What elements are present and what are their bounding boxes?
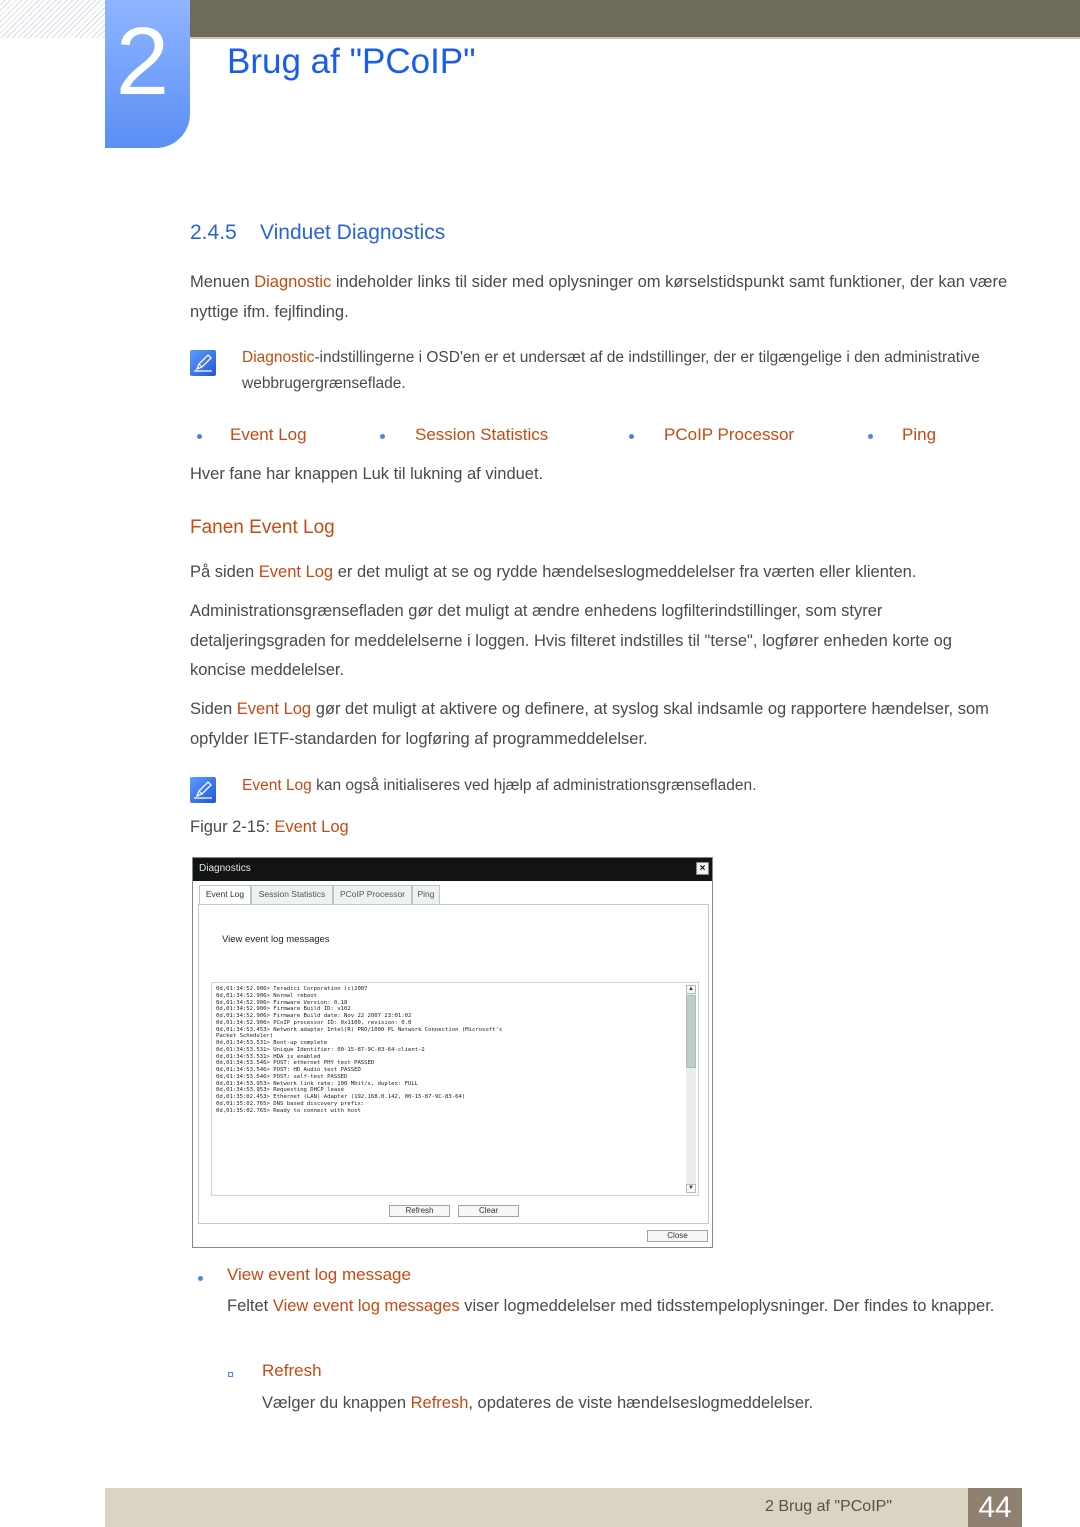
tab-ping[interactable]: Ping	[412, 885, 440, 904]
note-diagnostic: Diagnostic-indstillingerne i OSD'en er e…	[242, 345, 1002, 397]
subsection-heading: Fanen Event Log	[190, 517, 335, 538]
intro-text: Menuen	[190, 273, 255, 291]
scroll-up-icon[interactable]: ▲	[686, 985, 696, 994]
log-line: 0d,01:34:53.546> POST: HD Audio test PAS…	[216, 1067, 361, 1073]
caption-highlight: Event Log	[274, 818, 349, 836]
log-line: 0d,01:34:53.531> Boot-up complete	[216, 1040, 328, 1046]
text: Feltet	[227, 1297, 273, 1315]
tab-event-log[interactable]: Event Log	[199, 885, 251, 905]
dialog-titlebar: Diagnostics ×	[193, 858, 712, 881]
chapter-title: Brug af "PCoIP"	[227, 42, 476, 81]
log-line: 0d,01:34:53.953> Requesting DHCP lease	[216, 1087, 344, 1094]
square-bullet-icon	[228, 1372, 233, 1377]
highlight: Refresh	[410, 1394, 469, 1412]
paragraph-log-filter: Administrationsgrænsefladen gør det muli…	[190, 602, 952, 679]
page-footer: 2 Brug af "PCoIP" 44	[105, 1488, 1022, 1527]
log-line: 0d,01:34:52.906> Firmware Build ID: v102	[216, 1006, 351, 1013]
text: Vælger du knappen	[262, 1394, 411, 1412]
close-note: Hver fane har knappen Luk til lukning af…	[190, 465, 544, 483]
link-ping[interactable]: Ping	[902, 422, 936, 448]
log-line: 0d,01:34:52.906> Teradici Corporation (c…	[216, 986, 368, 992]
note-icon	[190, 777, 216, 803]
note-text: -indstillingerne i OSD'en er et undersæt…	[242, 349, 980, 392]
event-log-lines: 0d,01:34:52.906> Teradici Corporation (c…	[216, 986, 684, 1114]
intro-paragraph: Menuen Diagnostic indeholder links til s…	[190, 268, 1010, 327]
scroll-thumb[interactable]	[686, 995, 696, 1068]
caption-prefix: Figur 2-15:	[190, 818, 275, 836]
link-session-statistics[interactable]: Session Statistics	[415, 422, 548, 448]
log-line: 0d,01:34:52.906> Normal reboot	[216, 992, 318, 999]
note-highlight: Diagnostic	[242, 349, 315, 366]
page-number: 44	[968, 1488, 1022, 1527]
event-log-panel: View event log messages 0d,01:34:52.906>…	[198, 904, 709, 1224]
item-refresh-description: Vælger du knappen Refresh, opdateres de …	[262, 1389, 1012, 1419]
text: er det muligt at se og rydde hændelseslo…	[333, 563, 917, 581]
bullet-icon	[629, 434, 634, 439]
bullet-icon	[868, 434, 873, 439]
footer-chapter-label: 2 Brug af "PCoIP"	[765, 1498, 892, 1515]
clear-button[interactable]: Clear	[458, 1205, 519, 1217]
note-icon	[190, 350, 216, 376]
tab-session-statistics[interactable]: Session Statistics	[251, 885, 333, 904]
note-event-log: Event Log kan også initialiseres ved hjæ…	[242, 773, 1002, 799]
close-icon[interactable]: ×	[696, 862, 709, 875]
item-view-description: Feltet View event log messages viser log…	[227, 1292, 1007, 1322]
header-bar	[190, 0, 1080, 39]
scroll-down-icon[interactable]: ▼	[686, 1184, 696, 1193]
section-number: 2.4.5	[190, 221, 237, 244]
paragraph-event-log-intro: På siden Event Log er det muligt at se o…	[190, 558, 1010, 588]
text: På siden	[190, 563, 259, 581]
refresh-button[interactable]: Refresh	[389, 1205, 450, 1217]
section-heading: 2.4.5 Vinduet Diagnostics	[190, 220, 445, 246]
log-line: 0d,01:35:02.765> Ready to connect with h…	[216, 1107, 361, 1114]
log-line: 0d,01:34:53.453> Network adapter Intel(R…	[216, 1026, 503, 1033]
text: Siden	[190, 700, 237, 718]
tab-pcoip-processor[interactable]: PCoIP Processor	[333, 885, 412, 904]
diagnostics-dialog: Diagnostics × Event Log Session Statisti…	[192, 857, 713, 1248]
item-refresh-title: Refresh	[262, 1361, 322, 1380]
log-line: 0d,01:34:53.531> Unique Identifier: 00-1…	[216, 1046, 425, 1053]
diagnostic-links: Event Log Session Statistics PCoIP Proce…	[190, 422, 1010, 448]
header-hatch-pattern	[0, 0, 105, 38]
log-scrollbar[interactable]: ▲ ▼	[686, 985, 696, 1193]
highlight: Event Log	[258, 563, 334, 581]
bullet-icon	[380, 434, 385, 439]
highlight: View event log messages	[272, 1297, 460, 1315]
log-line: Packet Scheduler)	[216, 1033, 274, 1040]
link-event-log[interactable]: Event Log	[230, 422, 307, 448]
close-button[interactable]: Close	[647, 1230, 708, 1242]
bullet-icon	[198, 1276, 203, 1281]
log-line: 0d,01:34:53.531> HDA is enabled	[216, 1053, 321, 1060]
item-view-title: View event log message	[227, 1265, 411, 1284]
intro-highlight: Diagnostic	[254, 273, 332, 291]
log-line: 0d,01:34:53.953> Network link rate: 100 …	[216, 1080, 419, 1087]
text: viser logmeddelelser med tidsstempeloply…	[459, 1297, 995, 1315]
note-text: kan også initialiseres ved hjælp af admi…	[311, 777, 757, 794]
link-pcoip-processor[interactable]: PCoIP Processor	[664, 422, 794, 448]
chapter-number: 2	[115, 8, 170, 115]
log-line: 0d,01:34:52.906> Firmware Build date: No…	[216, 1013, 412, 1019]
chapter-badge: 2	[105, 0, 190, 148]
section-title: Vinduet Diagnostics	[260, 221, 446, 244]
figure-caption: Figur 2-15: Event Log	[190, 815, 349, 839]
log-line: 0d,01:34:53.546> POST: ethernet PHY test…	[216, 1060, 375, 1067]
log-line: 0d,01:34:52.906> Firmware Version: 0.18	[216, 999, 348, 1006]
event-log-textarea[interactable]: 0d,01:34:52.906> Teradici Corporation (c…	[211, 982, 699, 1196]
text: , opdateres de viste hændelseslogmeddele…	[468, 1394, 814, 1412]
log-line: 0d,01:35:02.453> Ethernet (LAN) Adapter …	[216, 1094, 466, 1100]
note-highlight: Event Log	[242, 777, 312, 794]
dialog-title: Diagnostics	[199, 863, 251, 874]
highlight: Event Log	[236, 700, 312, 718]
paragraph-syslog: Siden Event Log gør det muligt at aktive…	[190, 695, 1010, 754]
bullet-icon	[197, 434, 202, 439]
log-line: 0d,01:34:53.546> POST: self-test PASSED	[216, 1073, 348, 1080]
log-line: 0d,01:34:52.906> PCoIP processor ID: 0x1…	[216, 1019, 412, 1026]
log-line: 0d,01:35:02.765> DNS based discovery pre…	[216, 1100, 365, 1107]
view-event-log-label: View event log messages	[222, 934, 330, 945]
